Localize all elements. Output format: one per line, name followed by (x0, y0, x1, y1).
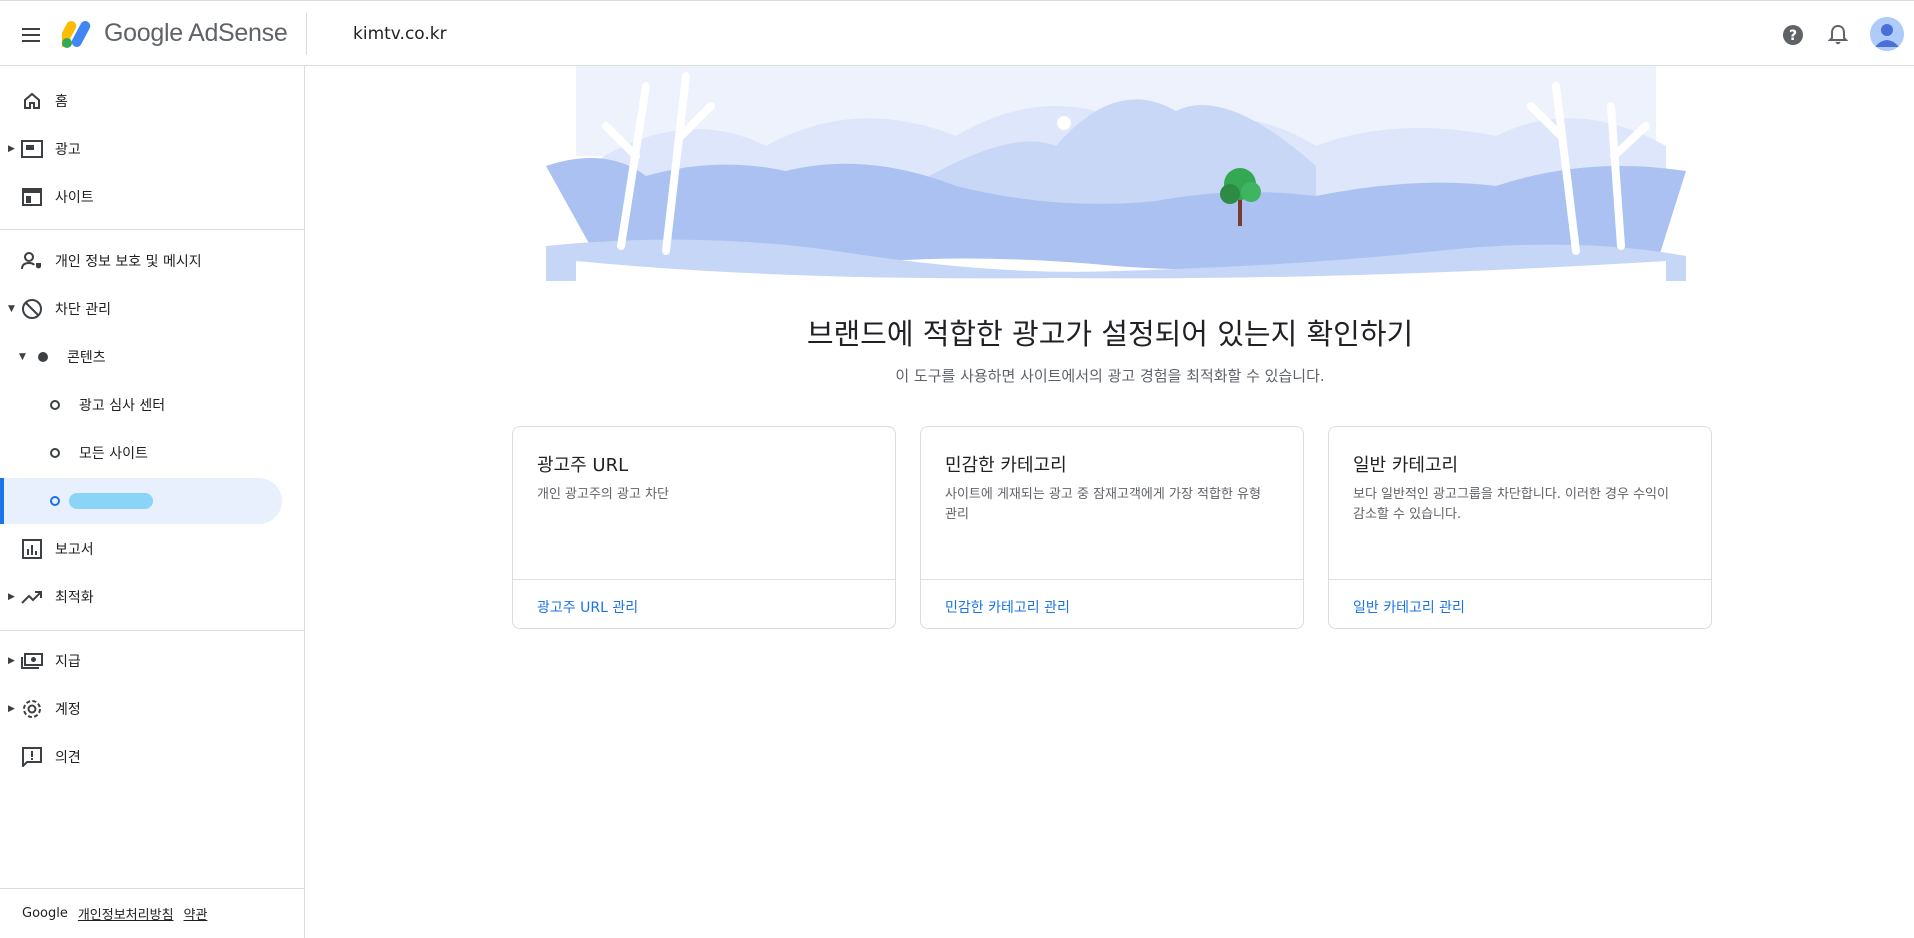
sidebar-divider (0, 229, 305, 230)
account-avatar[interactable] (1870, 17, 1904, 51)
sidebar-item-account[interactable]: ▶ 계정 (0, 686, 282, 732)
privacy-icon (20, 249, 44, 273)
reports-icon (20, 537, 44, 561)
help-icon[interactable]: ? (1777, 19, 1809, 51)
landscape-illustration (546, 66, 1686, 281)
top-app-bar: Google AdSense kimtv.co.kr ? (0, 0, 1914, 66)
sidebar-item-label: 계정 (55, 702, 81, 718)
sidebar-item-content[interactable]: ▼ 콘텐츠 (0, 334, 282, 380)
circle-icon (43, 393, 67, 417)
header-divider (306, 13, 307, 55)
sidebar-item-home[interactable]: 홈 (0, 78, 282, 124)
product-name: Google AdSense (104, 18, 288, 47)
page-headline: 브랜드에 적합한 광고가 설정되어 있는지 확인하기 (806, 317, 1414, 351)
privacy-policy-link[interactable]: 개인정보처리방침 (78, 904, 174, 923)
sidebar-item-label: 의견 (55, 750, 81, 766)
sidebar-item-payments[interactable]: ▶ 지급 (0, 638, 282, 684)
main-content: 브랜드에 적합한 광고가 설정되어 있는지 확인하기 이 도구를 사용하면 사이… (306, 66, 1914, 938)
sidebar-item-label: 사이트 (55, 190, 94, 206)
sidebar-divider (0, 630, 305, 631)
home-icon (20, 89, 44, 113)
card-divider (921, 579, 1303, 580)
active-indicator (0, 478, 4, 524)
dot-icon (31, 345, 55, 369)
card-description: 개인 광고주의 광고 차단 (537, 487, 669, 502)
redacted-site-label (69, 493, 153, 509)
card-divider (513, 579, 895, 580)
collapse-caret-icon: ▼ (8, 304, 15, 314)
card-description: 사이트에 게재되는 광고 중 잠재고객에게 가장 적합한 유형 관리 (945, 487, 1261, 522)
adsense-app: Google AdSense kimtv.co.kr ? 홈 ▶ 광고 사이트 (0, 0, 1914, 938)
sidebar-item-feedback[interactable]: 의견 (0, 734, 282, 780)
sidebar: 홈 ▶ 광고 사이트 개인 정보 보호 및 메시지 ▼ 차단 관리 ▼ 콘텐츠 (0, 66, 305, 938)
collapse-caret-icon: ▼ (19, 352, 26, 362)
sites-icon (20, 185, 44, 209)
sidebar-item-optimization[interactable]: ▶ 최적화 (0, 574, 282, 620)
sidebar-footer: Google 개인정보처리방침 약관 (0, 888, 305, 938)
sidebar-item-all-sites[interactable]: 모든 사이트 (0, 430, 282, 476)
sidebar-item-selected-site[interactable] (0, 478, 282, 524)
sidebar-item-label: 광고 (55, 142, 81, 158)
circle-icon (43, 489, 67, 513)
expand-caret-icon: ▶ (8, 704, 15, 714)
card-title: 민감한 카테고리 (945, 455, 1067, 476)
sidebar-item-privacy-messaging[interactable]: 개인 정보 보호 및 메시지 (0, 238, 282, 284)
sidebar-item-label: 개인 정보 보호 및 메시지 (55, 254, 202, 270)
card-description: 보다 일반적인 광고그룹을 차단합니다. 이러한 경우 수익이 감소할 수 있습… (1353, 487, 1669, 522)
svg-text:?: ? (1789, 28, 1797, 44)
sidebar-item-label: 최적화 (55, 590, 94, 606)
adsense-logo-icon (62, 21, 91, 48)
advertiser-url-card: 광고주 URL 개인 광고주의 광고 차단 광고주 URL 관리 (512, 426, 896, 629)
adsense-logo[interactable]: Google AdSense (62, 18, 288, 48)
menu-icon[interactable] (14, 17, 50, 53)
terms-link[interactable]: 약관 (184, 904, 208, 923)
notifications-icon[interactable] (1822, 19, 1854, 51)
sidebar-item-label: 광고 심사 센터 (79, 398, 166, 414)
general-categories-card: 일반 카테고리 보다 일반적인 광고그룹을 차단합니다. 이러한 경우 수익이 … (1328, 426, 1712, 629)
sidebar-item-label: 콘텐츠 (67, 350, 106, 366)
sidebar-item-label: 모든 사이트 (79, 446, 148, 462)
manage-general-categories-link[interactable]: 일반 카테고리 관리 (1353, 597, 1465, 617)
optimization-icon (20, 585, 44, 609)
manage-advertiser-url-link[interactable]: 광고주 URL 관리 (537, 597, 638, 617)
circle-icon (43, 441, 67, 465)
block-icon (20, 297, 44, 321)
sidebar-item-label: 홈 (55, 94, 68, 110)
sensitive-categories-card: 민감한 카테고리 사이트에 게재되는 광고 중 잠재고객에게 가장 적합한 유형… (920, 426, 1304, 629)
expand-caret-icon: ▶ (8, 656, 15, 666)
site-selector[interactable]: kimtv.co.kr (353, 24, 447, 44)
sidebar-item-sites[interactable]: 사이트 (0, 174, 282, 220)
sidebar-item-label: 지급 (55, 654, 81, 670)
sidebar-item-label: 차단 관리 (55, 302, 111, 318)
sidebar-item-label: 보고서 (55, 542, 94, 558)
page-subheadline: 이 도구를 사용하면 사이트에서의 광고 경험을 최적화할 수 있습니다. (895, 367, 1325, 385)
settings-icon (20, 697, 44, 721)
card-title: 광고주 URL (537, 455, 629, 476)
sidebar-item-ads[interactable]: ▶ 광고 (0, 126, 282, 172)
sidebar-item-reports[interactable]: 보고서 (0, 526, 282, 572)
ads-icon (20, 137, 44, 161)
expand-caret-icon: ▶ (8, 592, 15, 602)
sidebar-item-ad-review-center[interactable]: 광고 심사 센터 (0, 382, 282, 428)
feedback-icon (20, 745, 44, 769)
sidebar-item-blocking-controls[interactable]: ▼ 차단 관리 (0, 286, 282, 332)
card-divider (1329, 579, 1711, 580)
card-title: 일반 카테고리 (1353, 455, 1459, 476)
expand-caret-icon: ▶ (8, 144, 15, 154)
manage-sensitive-categories-link[interactable]: 민감한 카테고리 관리 (945, 597, 1070, 617)
payments-icon (20, 649, 44, 673)
google-brand: Google (22, 906, 68, 921)
